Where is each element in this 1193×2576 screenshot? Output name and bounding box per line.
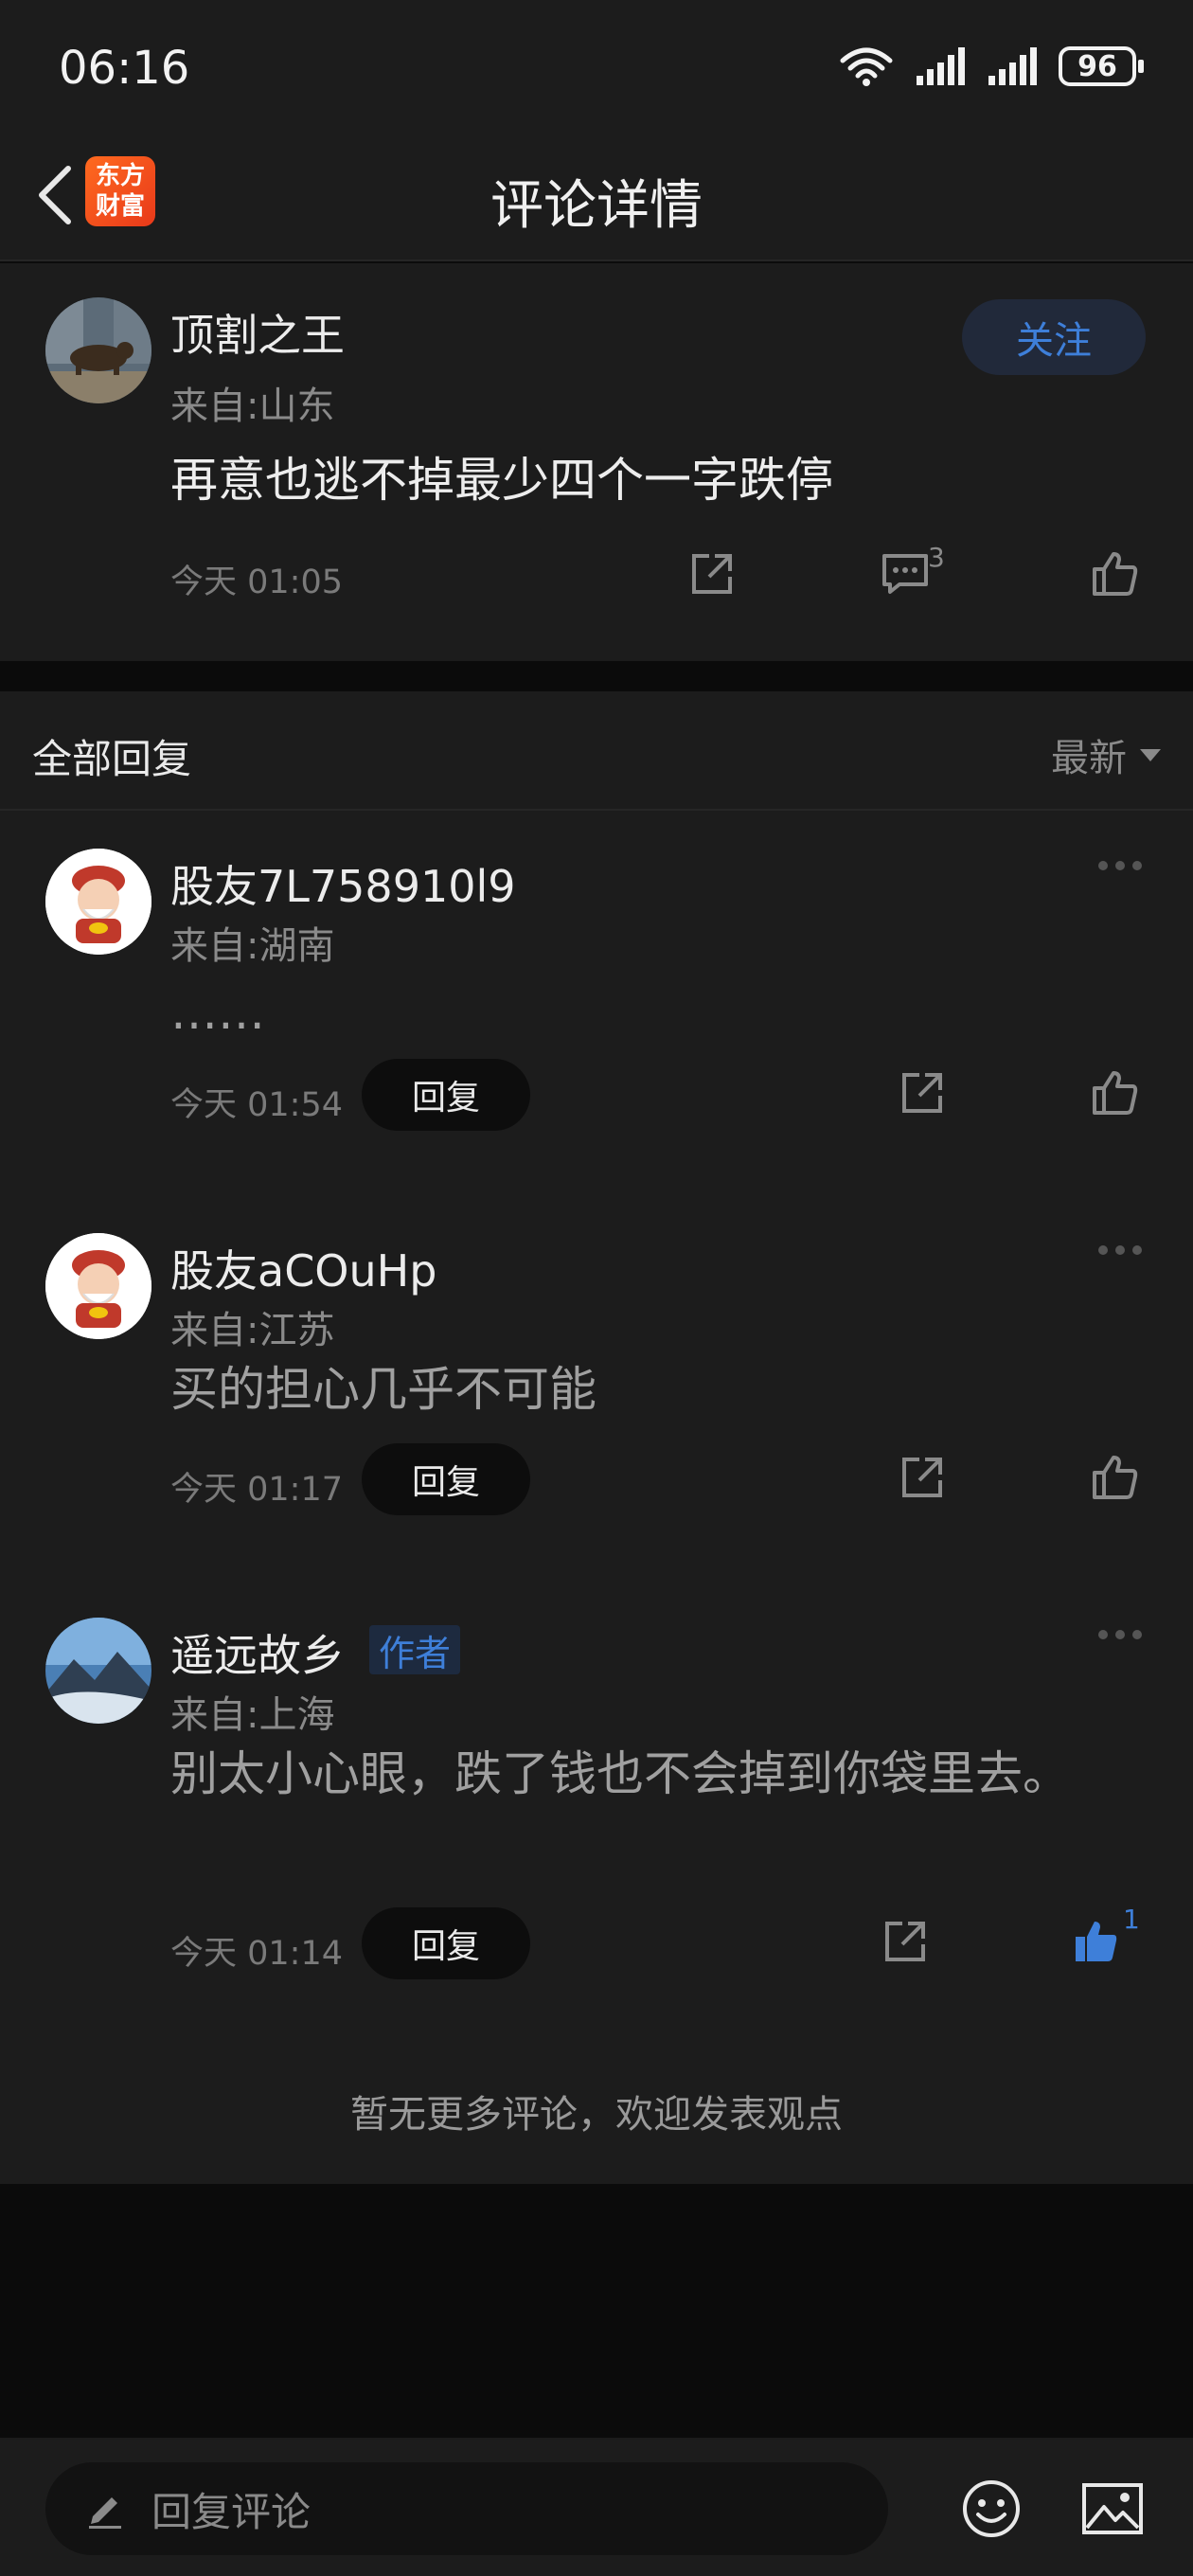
image-icon: [1082, 2483, 1143, 2534]
comment-button[interactable]: [875, 544, 935, 604]
reply-item: 遥远故乡 作者 来自:上海 别太小心眼，跌了钱也不会掉到你袋里去。 今天 01:…: [0, 1580, 1193, 2034]
reply-content: 买的担心几乎不可能: [170, 1362, 596, 1417]
comment-count: 3: [928, 542, 945, 573]
reply-content: 别太小心眼，跌了钱也不会掉到你袋里去。: [170, 1746, 1070, 1801]
username[interactable]: 顶割之王: [170, 301, 345, 364]
comment-icon: [882, 554, 928, 594]
like-button[interactable]: [1085, 544, 1146, 604]
replies-header: 全部回复 最新: [0, 691, 1193, 811]
app-header: 东方 财富 评论详情: [0, 133, 1193, 261]
location: 来自:江苏: [170, 1309, 335, 1352]
more-options-button[interactable]: [1098, 1241, 1155, 1260]
reply-input-placeholder: 回复评论: [151, 2488, 312, 2535]
username[interactable]: 股友aCOuHp: [170, 1237, 436, 1299]
thumbs-up-icon: [1093, 1071, 1138, 1115]
like-button-active[interactable]: [1066, 1911, 1127, 1972]
share-button[interactable]: [892, 1063, 953, 1123]
timestamp: 今天 01:14: [170, 1935, 343, 1973]
mascot-avatar: [45, 849, 151, 955]
share-icon: [885, 1922, 925, 1961]
avatar[interactable]: [45, 1618, 151, 1724]
battery-level: 96: [1077, 49, 1117, 83]
avatar[interactable]: [45, 297, 151, 403]
username[interactable]: 股友7L758910l9: [170, 852, 516, 915]
bottom-bar: 回复评论: [0, 2438, 1193, 2576]
emoji-icon: [963, 2480, 1020, 2537]
location: 来自:上海: [170, 1693, 335, 1737]
timestamp: 今天 01:54: [170, 1086, 343, 1124]
caret-down-icon: [1140, 748, 1161, 761]
reply-button[interactable]: 回复: [362, 1907, 530, 1979]
thumbs-up-icon: [1093, 552, 1138, 596]
emoji-button[interactable]: [958, 2476, 1024, 2542]
reply-item: 股友7L758910l9 来自:湖南 …… 今天 01:54 回复: [0, 811, 1193, 1195]
share-button[interactable]: [892, 1447, 953, 1508]
timestamp: 今天 01:17: [170, 1471, 343, 1509]
author-badge: 作者: [369, 1625, 461, 1674]
page-title: 评论详情: [490, 175, 703, 237]
comment-content: 再意也逃不掉最少四个一字跌停: [170, 453, 833, 508]
reply-item: 股友aCOuHp 来自:江苏 买的担心几乎不可能 今天 01:17 回复: [0, 1195, 1193, 1580]
thumbs-up-filled-icon: [1076, 1922, 1117, 1961]
share-button[interactable]: [682, 544, 742, 604]
no-more-comments-note: 暂无更多评论，欢迎发表观点: [350, 2093, 843, 2137]
location: 来自:湖南: [170, 924, 335, 968]
reply-button[interactable]: 回复: [362, 1059, 530, 1131]
timestamp: 今天 01:05: [170, 564, 343, 601]
thumbs-up-icon: [1093, 1456, 1138, 1499]
battery-indicator: 96: [1059, 46, 1144, 86]
follow-button[interactable]: 关注: [962, 299, 1146, 375]
sort-dropdown[interactable]: 最新: [1051, 727, 1161, 782]
wifi-icon: [840, 47, 893, 86]
username[interactable]: 遥远故乡: [170, 1621, 345, 1684]
share-icon: [692, 554, 732, 594]
more-options-button[interactable]: [1098, 856, 1155, 875]
main-comment: 顶割之王 来自:山东 关注 再意也逃不掉最少四个一字跌停 今天 01:05 3: [0, 263, 1193, 661]
mascot-avatar: [45, 1233, 151, 1339]
bull-statue-avatar: [45, 297, 151, 403]
signal-icon-2: [988, 47, 1037, 85]
share-button[interactable]: [875, 1911, 935, 1972]
pencil-icon: [89, 2497, 121, 2529]
like-button[interactable]: [1085, 1447, 1146, 1508]
reply-button[interactable]: 回复: [362, 1443, 530, 1515]
like-count: 1: [1123, 1904, 1140, 1935]
replies-title: 全部回复: [32, 736, 192, 782]
signal-icon: [917, 47, 965, 85]
avatar[interactable]: [45, 849, 151, 955]
mountain-landscape-avatar: [45, 1618, 151, 1724]
location: 来自:山东: [170, 385, 335, 428]
share-icon: [902, 1073, 942, 1113]
replies-section: 全部回复 最新 股友7L758910l9 来自:湖南 …… 今天 01:54 回…: [0, 691, 1193, 2184]
status-icons: 96: [839, 44, 1144, 89]
more-options-button[interactable]: [1098, 1625, 1155, 1644]
image-button[interactable]: [1079, 2476, 1146, 2542]
sort-label: 最新: [1051, 737, 1127, 780]
reply-content: ……: [170, 985, 265, 1040]
reply-input[interactable]: 回复评论: [45, 2462, 888, 2555]
section-divider: [0, 661, 1193, 691]
status-time: 06:16: [59, 42, 190, 95]
status-bar: 06:16 96: [0, 0, 1193, 133]
avatar[interactable]: [45, 1233, 151, 1339]
like-button[interactable]: [1085, 1063, 1146, 1123]
share-icon: [902, 1458, 942, 1497]
